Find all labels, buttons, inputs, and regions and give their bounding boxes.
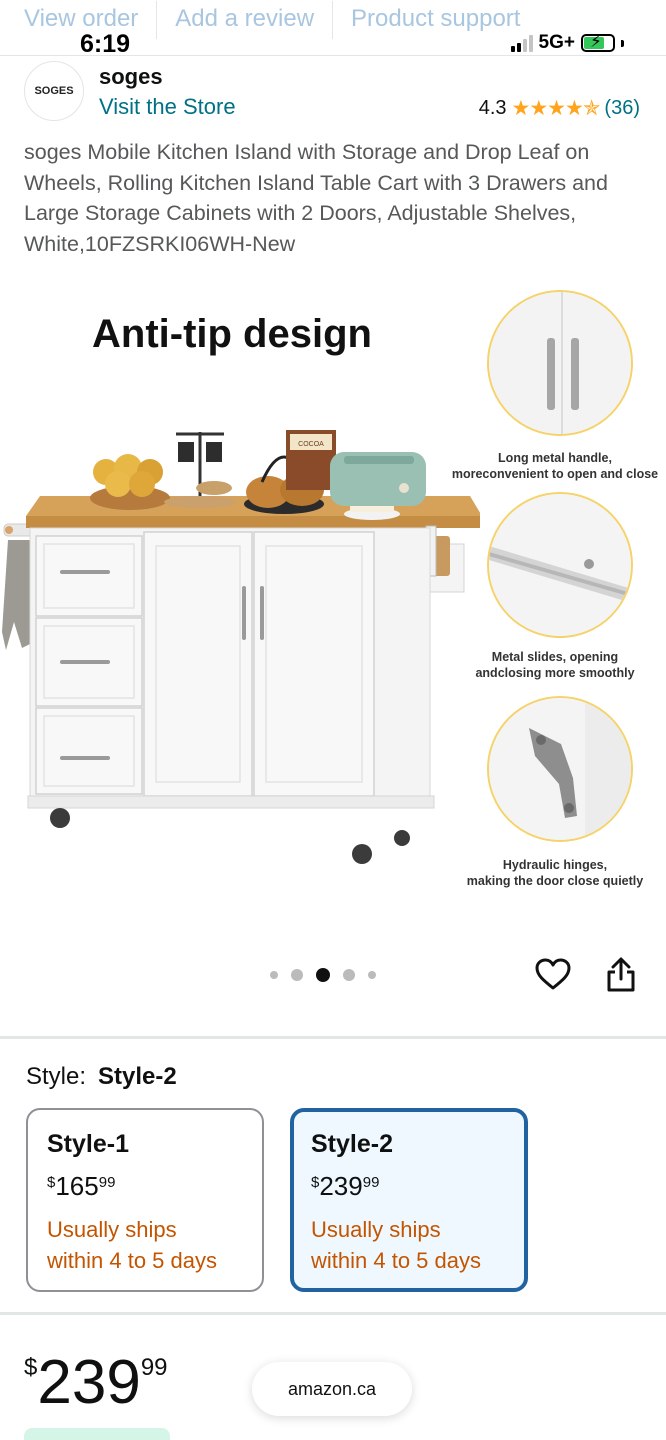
view-order-link[interactable]: View order bbox=[0, 1, 158, 39]
status-indicators: 5G+ ⚡ bbox=[510, 32, 624, 54]
rating-stars-icon: ★★★★✯ bbox=[511, 97, 601, 120]
add-to-cart-button-partial[interactable] bbox=[24, 1428, 170, 1440]
style-option-1[interactable]: Style-1 $165 99 Usually ships within 4 to… bbox=[26, 1108, 264, 1292]
section-divider bbox=[0, 1312, 666, 1315]
style-option-2[interactable]: Style-2 $239 99 Usually ships within 4 to… bbox=[290, 1108, 528, 1292]
style-option-name: Style-1 bbox=[47, 1130, 129, 1158]
rating-value: 4.3 bbox=[478, 97, 507, 119]
style-option-shipping: Usually ships within 4 to 5 days bbox=[311, 1217, 481, 1273]
style-option-price: $239 99 bbox=[311, 1171, 380, 1201]
feature-caption-handle: Long metal handle, moreconvenient to ope… bbox=[451, 451, 659, 481]
network-type: 5G+ bbox=[538, 32, 575, 53]
style-label: Style: Style-2 bbox=[26, 1063, 177, 1090]
product-title: soges Mobile Kitchen Island with Storage… bbox=[24, 140, 608, 256]
product-image[interactable]: Anti-tip design COCOA Long metal handle,… bbox=[0, 282, 666, 932]
rating-summary[interactable]: 4.3 ★★★★✯ (36) bbox=[479, 96, 640, 121]
brand-name: soges bbox=[99, 64, 163, 89]
carousel-dot[interactable] bbox=[368, 971, 376, 979]
header-divider bbox=[0, 55, 666, 56]
product-price: $239 99 bbox=[24, 1348, 168, 1417]
brand-logo[interactable]: SOGES bbox=[24, 61, 84, 121]
carousel-dot-active[interactable] bbox=[316, 968, 330, 982]
style-option-price: $165 99 bbox=[47, 1171, 116, 1201]
style-option-name: Style-2 bbox=[311, 1130, 393, 1158]
share-icon[interactable] bbox=[604, 957, 638, 993]
image-carousel-dots[interactable] bbox=[270, 968, 376, 982]
battery-charging-icon: ⚡ bbox=[581, 32, 615, 52]
feature-caption-slides: Metal slides, opening andclosing more sm… bbox=[475, 650, 635, 680]
style-option-shipping: Usually ships within 4 to 5 days bbox=[47, 1217, 217, 1273]
carousel-dot[interactable] bbox=[270, 971, 278, 979]
carousel-dot[interactable] bbox=[291, 969, 303, 981]
feature-caption-hinges: Hydraulic hinges, making the door close … bbox=[466, 858, 644, 888]
cellular-signal-icon bbox=[510, 34, 533, 52]
carousel-dot[interactable] bbox=[343, 969, 355, 981]
feature-image-handle bbox=[487, 290, 633, 436]
kitchen-island-illustration: COCOA bbox=[2, 430, 480, 864]
selected-style: Style-2 bbox=[98, 1063, 177, 1090]
visit-store-link[interactable]: Visit the Store bbox=[99, 94, 236, 120]
rating-count[interactable]: (36) bbox=[604, 97, 640, 120]
feature-image-slides bbox=[487, 492, 633, 638]
product-support-link[interactable]: Product support bbox=[333, 1, 538, 39]
add-review-link[interactable]: Add a review bbox=[157, 1, 334, 39]
heart-icon[interactable] bbox=[535, 957, 571, 993]
feature-image-hinges bbox=[487, 696, 633, 842]
section-divider bbox=[0, 1036, 666, 1039]
svg-text:COCOA: COCOA bbox=[298, 441, 324, 448]
browser-url-pill[interactable]: amazon.ca bbox=[252, 1362, 412, 1416]
